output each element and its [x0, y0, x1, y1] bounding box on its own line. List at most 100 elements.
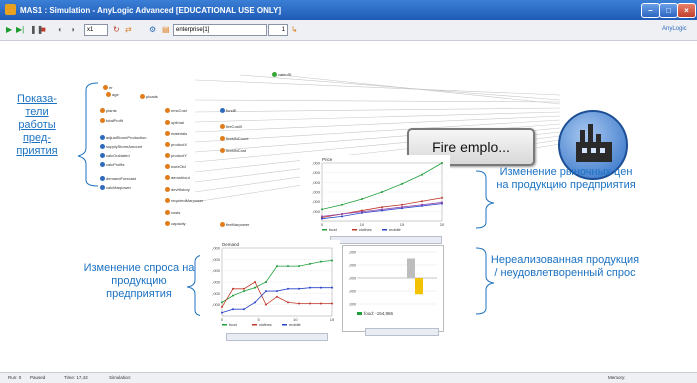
x-tick-label: 0	[221, 317, 224, 322]
data-point	[421, 203, 423, 206]
slowdown-icon[interactable]: ◐	[58, 24, 63, 35]
model-element[interactable]: demandForecast	[100, 176, 136, 182]
model-element[interactable]: devHistory	[165, 187, 190, 193]
model-canvas: Показа- тели работы пред- приятия er age…	[0, 40, 697, 372]
realtime-icon[interactable]: ↻	[113, 24, 120, 35]
model-element[interactable]: calcOutdated	[100, 153, 130, 159]
legend-swatch	[222, 324, 227, 326]
model-element[interactable]: fireMarpower	[220, 222, 249, 228]
object-selector-input[interactable]: enterprise[1]	[173, 24, 267, 36]
model-element[interactable]: caleoSt	[272, 72, 291, 78]
model-element[interactable]: adjustStormProduction	[100, 135, 146, 141]
model-element[interactable]: ploads	[140, 94, 158, 100]
data-point	[441, 196, 443, 199]
speed-field[interactable]: x1	[84, 24, 108, 36]
legend-label: clothes	[259, 322, 272, 327]
model-element[interactable]: fireMNCost	[220, 148, 246, 154]
y-tick-label: ,000	[349, 251, 356, 255]
data-point	[232, 287, 234, 290]
data-point	[243, 287, 245, 290]
close-button[interactable]: ×	[677, 3, 696, 18]
legend-swatch	[282, 324, 287, 326]
data-point	[276, 290, 278, 293]
demand-chart-scrollbar[interactable]	[226, 333, 328, 341]
y-tick-label: ,000	[212, 280, 221, 285]
model-element[interactable]: age	[106, 92, 119, 98]
model-element[interactable]: fireCostX	[220, 124, 242, 130]
legend-label: clothes	[359, 227, 372, 232]
model-element[interactable]: supplyStormAmount	[100, 144, 142, 150]
model-element[interactable]: fireMNCount	[220, 136, 248, 142]
y-tick-label: ,000	[312, 180, 321, 185]
model-element[interactable]: calcMarpower	[100, 185, 131, 191]
unsold-chart-svg: ,000 ,000 ,000 ,000 ,000 food: -154,956	[349, 251, 437, 316]
data-point	[421, 200, 423, 203]
unsold-chart-scrollbar[interactable]	[365, 328, 439, 336]
status-memory: Memory:	[608, 375, 626, 380]
minimize-button[interactable]: –	[641, 3, 660, 18]
data-point	[361, 210, 363, 213]
maximize-button[interactable]: □	[659, 3, 678, 18]
data-point	[321, 215, 323, 218]
enterprise-indicators-label: Показа- тели работы пред- приятия	[16, 93, 58, 157]
legend-swatch	[352, 229, 357, 231]
unsold-chart: ,000 ,000 ,000 ,000 ,000 food: -154,956	[342, 245, 444, 332]
demand-chart: Demand ,000,000,000,000,000,000 0 5 10 15 foo…	[200, 240, 340, 335]
folder-icon[interactable]: ▤	[162, 24, 170, 35]
model-element[interactable]: plants	[100, 108, 117, 114]
data-point	[298, 287, 300, 290]
model-element[interactable]: er	[103, 85, 113, 91]
model-element[interactable]: productX	[165, 142, 187, 148]
data-point	[243, 308, 245, 311]
model-element[interactable]: requiredMarpower	[165, 198, 203, 204]
demand-chart-svg: ,000,000,000,000,000,0000 5 10 15food clothe…	[212, 246, 335, 328]
y-tick-label: ,000	[212, 246, 221, 251]
legend-label: mobile	[289, 322, 302, 327]
model-element[interactable]: totalProfit	[100, 118, 123, 124]
model-element[interactable]: workOld	[165, 164, 186, 170]
status-time: Time: 17,43	[64, 375, 88, 380]
speedup-icon[interactable]: ◑	[70, 24, 75, 35]
model-element[interactable]: capacity	[165, 221, 186, 227]
data-point	[381, 191, 383, 193]
run-icon[interactable]: ▶	[6, 24, 12, 35]
model-element[interactable]: emcCost	[165, 108, 187, 114]
y-tick-label: ,000	[212, 257, 221, 262]
data-point	[232, 308, 234, 311]
model-element[interactable]: fundE	[220, 108, 236, 114]
y-tick-label: ,000	[349, 303, 356, 307]
model-element[interactable]: aeroshiout	[165, 175, 190, 181]
y-tick-label: ,000	[212, 302, 221, 307]
title-bar: MAS1 : Simulation - AnyLogic Advanced [E…	[0, 0, 697, 20]
data-point	[401, 182, 403, 185]
page-counter-field[interactable]: 1	[268, 24, 288, 36]
price-chart-scrollbar[interactable]	[330, 236, 442, 244]
data-point	[341, 203, 343, 206]
data-point	[221, 305, 223, 308]
data-point	[331, 286, 333, 289]
data-point	[320, 302, 322, 305]
data-point	[276, 295, 278, 298]
data-point	[381, 208, 383, 211]
anylogic-brand-link[interactable]: AnyLogic	[662, 24, 687, 35]
model-element[interactable]: calcProfits	[100, 162, 124, 168]
model-element[interactable]: productY	[165, 153, 187, 159]
simulation-toolbar: ▶ ▶| ❚❚ ■ ◐ ◑ x1 ↻ ⇄ ⚙ ▤ enterprise[1] 1…	[0, 20, 697, 41]
home-icon[interactable]: ↳	[291, 24, 298, 35]
legend-swatch	[322, 229, 327, 231]
zoom-icon[interactable]: ⚙	[149, 24, 156, 35]
demand-change-annotation: Изменение спроса на продукцию предприяти…	[83, 262, 195, 300]
y-tick-label: ,000	[349, 277, 356, 281]
x-tick-label: 0	[321, 222, 324, 227]
model-element[interactable]: materials	[165, 131, 187, 137]
legend-label: food	[229, 322, 237, 327]
data-point	[287, 265, 289, 268]
model-element[interactable]: optimal	[165, 120, 184, 126]
data-point	[265, 290, 267, 293]
data-point	[254, 281, 256, 283]
data-point	[441, 162, 443, 164]
stop-icon[interactable]: ■	[41, 24, 46, 35]
model-element[interactable]: costs	[165, 210, 180, 216]
navigate-icon[interactable]: ⇄	[125, 24, 132, 35]
step-icon[interactable]: ▶|	[16, 24, 24, 35]
